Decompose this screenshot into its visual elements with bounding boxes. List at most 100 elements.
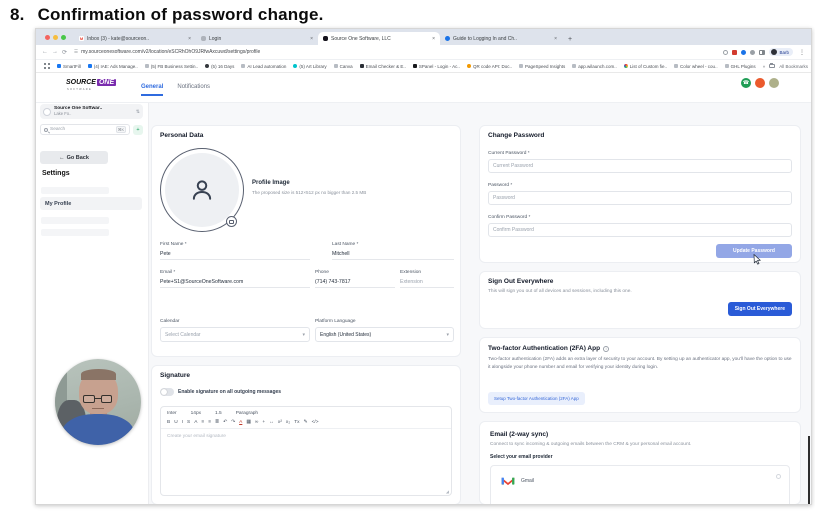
chrome-menu-icon[interactable]: ⋮	[799, 49, 805, 56]
current-password-field[interactable]	[488, 159, 792, 173]
browser-tab-login[interactable]: Login ×	[196, 32, 318, 45]
font-family-select[interactable]: Inter	[167, 411, 177, 416]
link-icon[interactable]: ∞	[255, 420, 258, 425]
bookmark-item[interactable]: QR code API: Doc..	[466, 64, 512, 69]
info-icon[interactable]: i	[603, 345, 610, 352]
back-icon[interactable]: ←	[42, 49, 48, 55]
reload-icon[interactable]: ⟳	[62, 49, 67, 56]
edit-icon[interactable]: ✎	[304, 420, 308, 425]
overflow-icon[interactable]: »	[763, 64, 766, 69]
text-color-icon[interactable]: A	[239, 420, 242, 425]
all-bookmarks-button[interactable]: All Bookmarks	[779, 64, 808, 69]
undo-icon[interactable]: ↶	[223, 420, 227, 425]
subscript-icon[interactable]: x₂	[286, 420, 290, 425]
close-tab-icon[interactable]: ×	[432, 36, 435, 42]
bookmark-item[interactable]: SPanel - Login - Ac..	[412, 64, 460, 69]
go-back-button[interactable]: ← Go Back	[40, 151, 108, 164]
code-icon[interactable]: </>	[312, 420, 319, 425]
sign-out-everywhere-button[interactable]: Sign Out Everywhere	[727, 302, 792, 316]
bookmark-item[interactable]: (5) Art Library	[293, 64, 327, 69]
password-manager-icon[interactable]	[723, 49, 729, 55]
first-name-field[interactable]	[160, 251, 310, 260]
bookmark-item[interactable]: GHL Plugins	[724, 64, 756, 69]
forward-icon[interactable]: →	[52, 49, 58, 55]
bookmark-item[interactable]: Email Checker & E..	[359, 64, 406, 69]
notification-icon[interactable]	[755, 78, 765, 88]
sidebar-item-faded[interactable]	[41, 187, 109, 194]
resize-handle[interactable]: ◢	[446, 489, 449, 494]
calendar-select[interactable]: Select Calendar ▾	[160, 327, 310, 342]
address-url[interactable]: my.sourceonesoftware.com/v2/location/eSC…	[81, 49, 260, 55]
quick-add-icon[interactable]: +	[133, 124, 143, 135]
redo-icon[interactable]: ↷	[231, 420, 235, 425]
profile-image-uploader[interactable]	[160, 148, 244, 232]
insert-icon[interactable]: +	[262, 420, 265, 425]
sidebar-item-faded[interactable]	[41, 217, 109, 224]
bookmark-item[interactable]: (5) FB Business Settin..	[144, 64, 198, 69]
setup-2fa-button[interactable]: Setup Two-factor Authentication (2FA) Ap…	[488, 392, 585, 405]
tab-general[interactable]: General	[141, 84, 164, 96]
camera-icon[interactable]	[226, 216, 237, 227]
align-center-icon[interactable]: ≡	[208, 420, 211, 425]
bold-icon[interactable]: B	[167, 420, 170, 425]
line-height-select[interactable]: 1.5	[215, 411, 222, 416]
platform-language-select[interactable]: English (United States) ▾	[315, 327, 454, 342]
bookmark-item[interactable]: app.wilaunch.com..	[572, 64, 617, 69]
bookmark-item[interactable]: Canva	[333, 64, 353, 69]
phone-icon[interactable]: ☎	[741, 78, 751, 88]
bookmark-item[interactable]: SmartFill	[57, 64, 81, 69]
apps-grid-icon[interactable]	[44, 63, 50, 69]
font-size-select[interactable]: 14px	[191, 411, 201, 416]
page-scrollbar[interactable]	[808, 436, 810, 504]
sidebar-item-my-profile[interactable]: My Profile	[40, 197, 142, 210]
extension-icon-red[interactable]	[732, 49, 738, 55]
browser-tab-sourceone-active[interactable]: Source One Software, LLC ×	[318, 32, 440, 45]
tab-notifications[interactable]: Notifications	[177, 84, 210, 96]
maximize-window-button[interactable]	[61, 35, 66, 40]
signature-textarea[interactable]: Create your email signature	[161, 429, 451, 444]
phone-field[interactable]	[315, 279, 395, 288]
side-panel-icon[interactable]	[759, 49, 766, 55]
search-input[interactable]: Search ⌘K	[40, 124, 130, 135]
minimize-window-button[interactable]	[53, 35, 58, 40]
browser-tab-guide[interactable]: Guide to Logging In and Ch.. ×	[440, 32, 562, 45]
workspace-switcher[interactable]: Source One Softwar.. Lake Fo.. ⇅	[40, 104, 143, 119]
extension-icon-blue[interactable]	[741, 49, 747, 55]
bookmark-item[interactable]: (5) 16 Days	[205, 64, 234, 69]
signature-toggle[interactable]	[160, 388, 174, 396]
provider-option-gmail[interactable]: Gmail	[491, 466, 789, 495]
tune-icon[interactable]: ☰	[74, 49, 78, 55]
superscript-icon[interactable]: x²	[278, 420, 282, 425]
extension-field[interactable]	[400, 279, 454, 288]
font-icon[interactable]: A	[194, 420, 197, 425]
underline-icon[interactable]: U	[174, 420, 177, 425]
close-window-button[interactable]	[45, 35, 50, 40]
user-avatar[interactable]	[769, 78, 779, 88]
sidebar-item-faded[interactable]	[41, 229, 109, 236]
fullwidth-icon[interactable]: ↔	[269, 420, 274, 425]
strikethrough-icon[interactable]: S	[187, 420, 190, 425]
bookmark-item[interactable]: AI Lead automation	[241, 64, 286, 69]
list-icon[interactable]: ≣	[215, 420, 219, 425]
bookmark-item[interactable]: PageSpeed Insights	[518, 64, 565, 69]
signature-editor[interactable]: Inter 14px 1.5 Paragraph B U I S A ≡ ≡ ≣	[160, 406, 452, 496]
extension-icon-gray[interactable]	[750, 49, 756, 55]
bookmark-item[interactable]: List of Custom fie..	[623, 64, 667, 69]
clear-format-icon[interactable]: Tx	[294, 420, 299, 425]
email-field[interactable]	[160, 279, 310, 288]
close-tab-icon[interactable]: ×	[554, 36, 557, 42]
italic-icon[interactable]: I	[182, 420, 183, 425]
close-tab-icon[interactable]: ×	[310, 36, 313, 42]
close-tab-icon[interactable]: ×	[188, 36, 191, 42]
bookmark-item[interactable]: (4) IAE: Ads Manage..	[87, 64, 138, 69]
browser-tab-inbox[interactable]: M Inbox (3) - kate@sourceon.. ×	[74, 32, 196, 45]
new-password-field[interactable]	[488, 191, 792, 205]
align-left-icon[interactable]: ≡	[201, 420, 204, 425]
confirm-password-field[interactable]	[488, 223, 792, 237]
chrome-profile-chip[interactable]: Barb	[769, 48, 793, 56]
paragraph-select[interactable]: Paragraph	[236, 411, 258, 416]
bookmark-item[interactable]: Color wheel - cou..	[674, 64, 718, 69]
last-name-field[interactable]	[332, 251, 454, 260]
image-icon[interactable]: ▦	[246, 420, 251, 425]
new-tab-button[interactable]: +	[568, 36, 572, 43]
